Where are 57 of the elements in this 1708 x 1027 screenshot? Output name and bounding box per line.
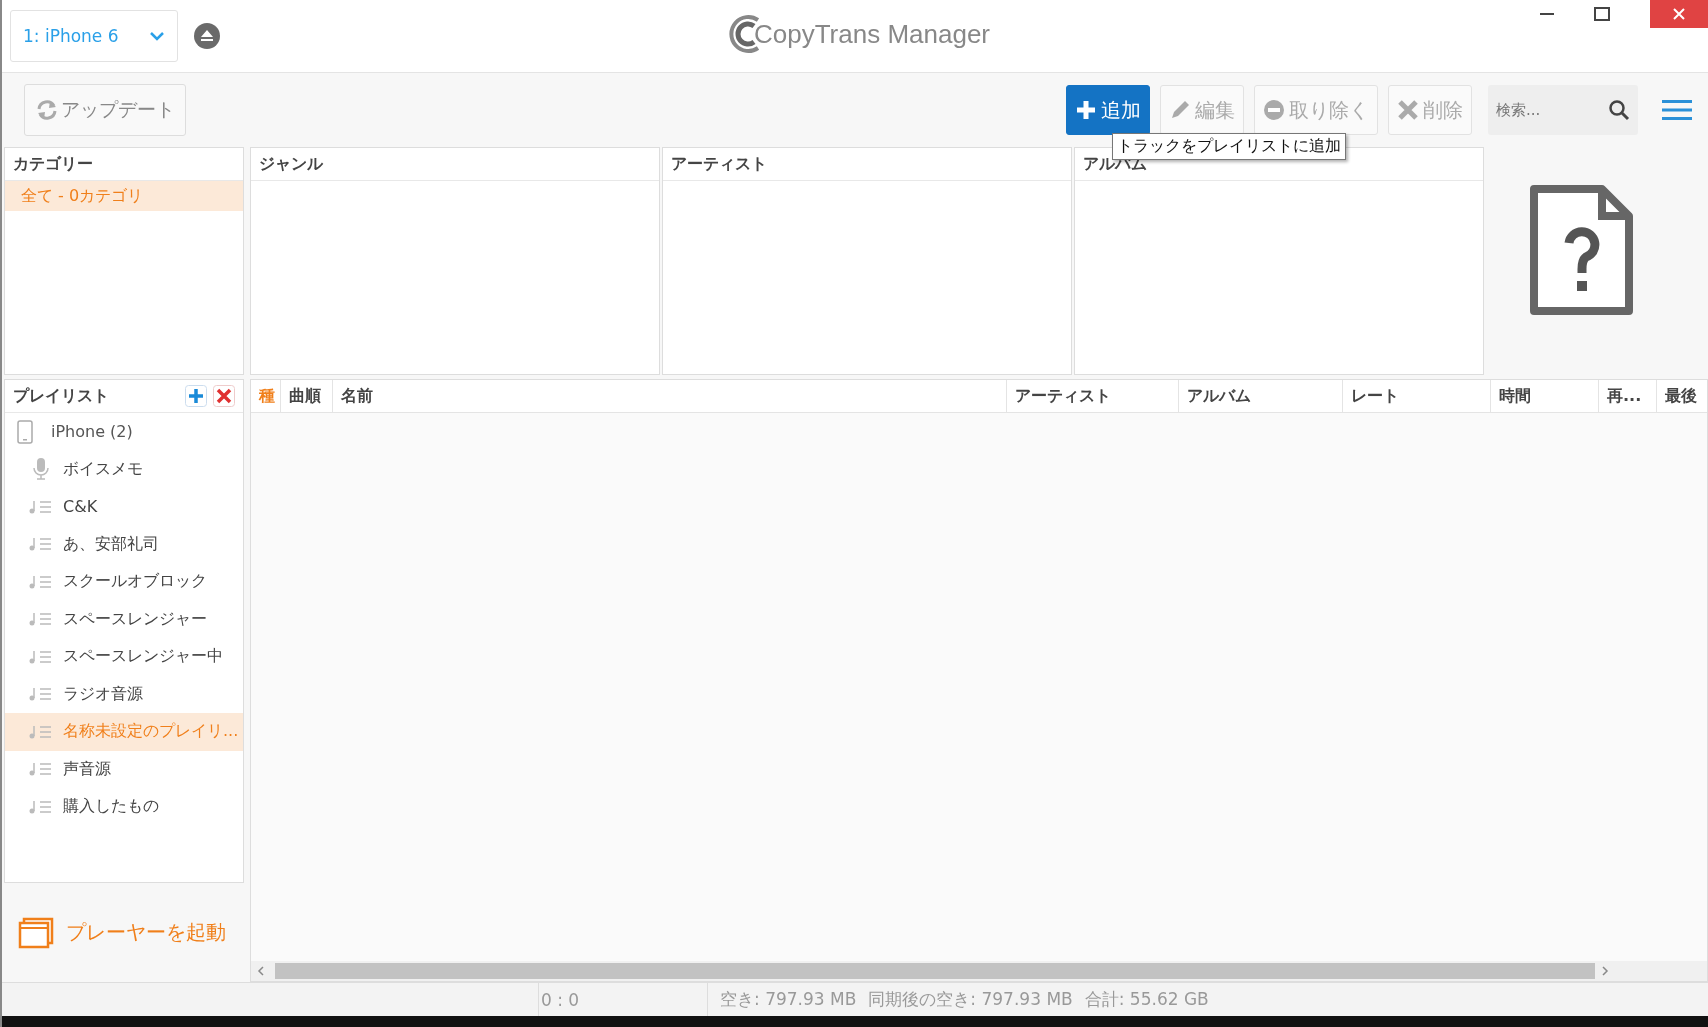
chevron-down-icon [149, 31, 165, 41]
scroll-right-icon[interactable] [1601, 966, 1609, 976]
cross-icon [1397, 99, 1419, 121]
playlist-icon [29, 798, 53, 815]
column-header[interactable]: アーティスト [1007, 380, 1179, 412]
plus-icon [1075, 99, 1097, 121]
playlist-item[interactable]: ボイスメモ [5, 450, 243, 488]
maximize-icon[interactable] [1594, 7, 1610, 21]
column-header: ジャンル [251, 148, 659, 181]
playlist-icon [29, 648, 53, 665]
delete-playlist-icon[interactable] [213, 385, 235, 407]
status-text: 同期後の空き: 797.93 MB [868, 988, 1073, 1011]
playlist-icon [29, 611, 53, 628]
column-header[interactable]: 最後 [1657, 380, 1707, 412]
playlist-icon [29, 536, 53, 553]
search-icon[interactable] [1608, 99, 1630, 121]
playlist-icon [29, 686, 53, 703]
device-item[interactable]: iPhone (2) [5, 413, 243, 451]
playlist-icon [29, 761, 53, 778]
minimize-icon[interactable] [1540, 12, 1554, 16]
menu-icon[interactable] [1662, 99, 1692, 121]
playlist-icon [29, 498, 53, 515]
tooltip: トラックをプレイリストに追加 [1112, 133, 1346, 160]
playlist-icon [29, 723, 53, 740]
eject-icon[interactable] [194, 23, 220, 49]
close-icon [1672, 7, 1686, 21]
status-text: 空き: 797.93 MB [720, 988, 857, 1011]
pencil-icon [1169, 99, 1191, 121]
minus-circle-icon [1263, 99, 1285, 121]
horizontal-scrollbar[interactable] [251, 961, 1707, 981]
close-button[interactable] [1650, 0, 1708, 28]
playlist-item[interactable]: あ、安部礼司 [5, 525, 243, 563]
column-header[interactable]: 再... [1599, 380, 1657, 412]
add-playlist-icon[interactable] [185, 385, 207, 407]
playlist-item[interactable]: 購入したもの [5, 788, 243, 826]
playlist-item[interactable]: スペースレンジャー [5, 600, 243, 638]
playlist-item[interactable]: ラジオ音源 [5, 675, 243, 713]
phone-icon [17, 419, 33, 444]
playlist-item[interactable]: スクールオブロック [5, 563, 243, 601]
playlist-item[interactable]: 声音源 [5, 750, 243, 788]
status-text: 合計: 55.62 GB [1084, 988, 1209, 1011]
column-header[interactable]: 時間 [1491, 380, 1599, 412]
column-header[interactable]: 名前 [333, 380, 1007, 412]
column-header: アーティスト [663, 148, 1071, 181]
playlist-item[interactable]: スペースレンジャー中 [5, 638, 243, 676]
column-header[interactable]: アルバム [1179, 380, 1343, 412]
column-header[interactable]: レート [1343, 380, 1491, 412]
playlist-item[interactable]: C&K [5, 488, 243, 526]
refresh-icon [35, 98, 59, 122]
scroll-left-icon[interactable] [257, 966, 265, 976]
add-button[interactable]: 追加 [1066, 85, 1150, 135]
column-header: プレイリスト [13, 385, 109, 407]
app-title: CopyTrans Manager [754, 18, 991, 50]
windows-icon [18, 916, 54, 949]
column-header[interactable]: 曲順 [281, 380, 333, 412]
playlist-icon [29, 573, 53, 590]
search-field[interactable]: 検索... [1488, 85, 1638, 135]
